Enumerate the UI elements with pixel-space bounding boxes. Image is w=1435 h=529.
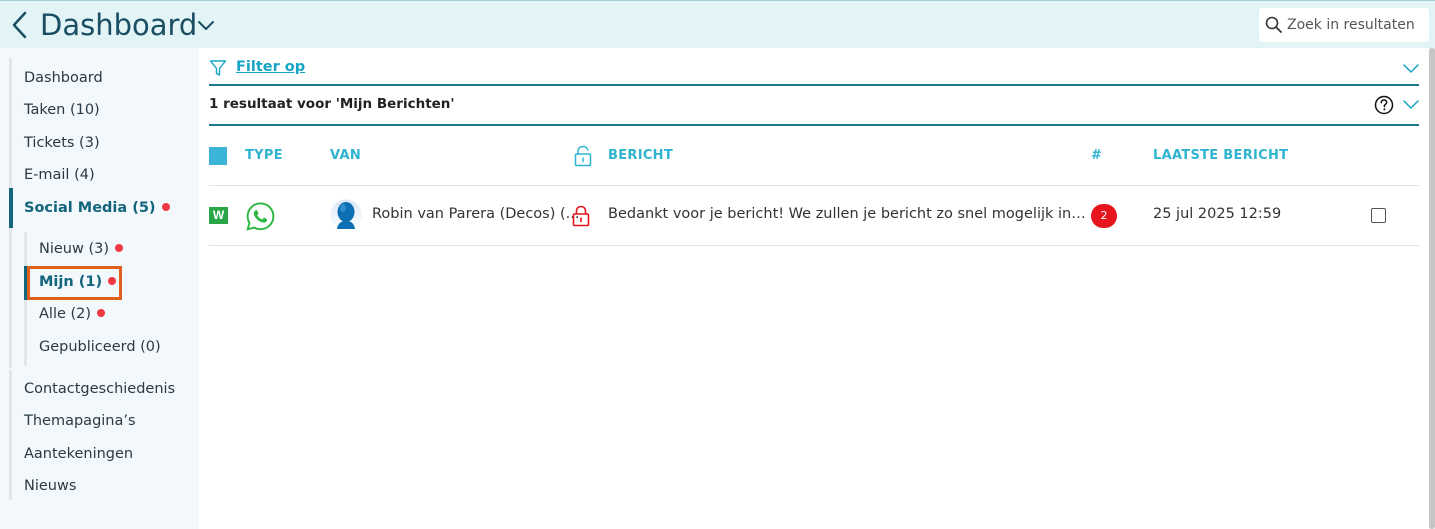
sidebar-subitem-alle[interactable]: Alle (2) [39, 304, 106, 324]
lock-open-icon [574, 145, 592, 167]
select-all-checkbox[interactable] [209, 147, 227, 165]
column-header-van[interactable]: VAN [330, 148, 361, 163]
column-header-bericht[interactable]: BERICHT [608, 148, 673, 163]
search-input[interactable] [1287, 14, 1427, 36]
chevron-down-icon[interactable] [1403, 96, 1419, 112]
lock-icon [572, 205, 590, 227]
column-header-type[interactable]: TYPE [245, 148, 283, 163]
notification-dot [161, 203, 170, 211]
sender-name: Robin van Parera (Decos) (... [372, 206, 580, 222]
search-box[interactable] [1259, 8, 1429, 42]
notification-dot [97, 309, 106, 317]
avatar [330, 199, 362, 231]
chevron-down-icon[interactable] [196, 15, 216, 35]
message-preview: Bedankt voor je bericht! We zullen je be… [608, 206, 1086, 222]
sidebar-item-taken[interactable]: Taken (10) [24, 100, 100, 120]
highlight-box [27, 266, 122, 300]
row-checkbox[interactable] [1371, 208, 1386, 223]
sidebar-nav-group [9, 58, 12, 190]
table-row[interactable]: W Robin van Parera (Decos) (... Bedankt … [209, 186, 1419, 246]
back-arrow-icon[interactable] [8, 9, 32, 41]
sidebar-item-aantekeningen[interactable]: Aantekeningen [24, 444, 133, 464]
sidebar-subitem-nieuw[interactable]: Nieuw (3) [39, 239, 123, 259]
sidebar-item-nieuws[interactable]: Nieuws [24, 476, 76, 496]
search-icon [1265, 16, 1282, 33]
help-icon[interactable] [1374, 95, 1394, 115]
filter-link[interactable]: Filter op [236, 59, 305, 75]
results-summary: 1 resultaat voor 'Mijn Berichten' [209, 96, 455, 112]
sidebar-item-email[interactable]: E-mail (4) [24, 165, 95, 185]
last-message-date: 25 jul 2025 12:59 [1153, 206, 1282, 222]
results-bar: 1 resultaat voor 'Mijn Berichten' [209, 92, 1419, 126]
chevron-down-icon[interactable] [1403, 60, 1419, 76]
active-nav-indicator [9, 188, 13, 228]
channel-badge: W [209, 207, 228, 224]
sidebar-item-dashboard[interactable]: Dashboard [24, 68, 103, 88]
filter-icon[interactable] [209, 59, 227, 77]
sidebar-subitem-gepubliceerd[interactable]: Gepubliceerd (0) [39, 337, 161, 357]
column-header-laatste-bericht[interactable]: LAATSTE BERICHT [1153, 148, 1288, 163]
sidebar-item-tickets[interactable]: Tickets (3) [24, 133, 100, 153]
whatsapp-icon [246, 202, 275, 231]
page-title: Dashboard [40, 8, 198, 42]
sidebar-nav-group-2 [9, 370, 12, 500]
sidebar-item-social-media[interactable]: Social Media (5) [24, 198, 170, 218]
top-bar: Dashboard [0, 0, 1435, 48]
notification-dot [115, 244, 123, 252]
column-header-count[interactable]: # [1091, 148, 1102, 163]
sidebar-item-themapaginas[interactable]: Themapagina’s [24, 411, 136, 431]
scrollbar[interactable] [1429, 48, 1435, 529]
scrollbar-thumb[interactable] [1429, 48, 1435, 529]
sidebar-item-contactgeschiedenis[interactable]: Contactgeschiedenis [24, 379, 175, 399]
table-header: TYPE VAN BERICHT # LAATSTE BERICHT [209, 136, 1419, 186]
sidebar-subnav-rail [9, 228, 12, 368]
filter-bar: Filter op [209, 56, 1419, 86]
message-count-badge: 2 [1091, 204, 1117, 228]
main-content: Filter op 1 resultaat voor 'Mijn Bericht… [199, 48, 1435, 529]
